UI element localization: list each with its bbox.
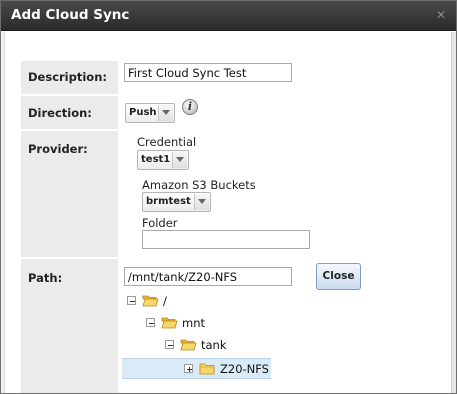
direction-label-cell: Direction:: [21, 96, 118, 129]
chevron-down-icon[interactable]: [158, 105, 173, 121]
collapse-icon[interactable]: [146, 318, 155, 327]
chevron-down-icon[interactable]: [194, 194, 209, 210]
dialog-left-edge: [1, 32, 5, 393]
tree-node-label: /: [163, 294, 167, 308]
tree-node-tank[interactable]: tank: [122, 336, 282, 354]
provider-label-cell: Provider:: [21, 131, 118, 257]
description-label-cell: Description:: [21, 61, 118, 94]
chevron-down-icon[interactable]: [172, 152, 187, 168]
add-cloud-sync-dialog: Add Cloud Sync ✕ Description: Direction:…: [0, 0, 457, 394]
folder-input[interactable]: [142, 230, 310, 249]
folder-label: Folder: [142, 216, 178, 230]
path-input[interactable]: [124, 267, 292, 286]
path-row: Path: Close /: [21, 259, 446, 393]
bucket-select[interactable]: brmtest: [142, 192, 211, 212]
folder-open-icon: [180, 339, 197, 351]
direction-value-cell: Push i: [122, 96, 446, 129]
collapse-icon[interactable]: [127, 296, 136, 305]
provider-label: Provider:: [28, 142, 88, 156]
direction-selected-value: Push: [129, 107, 157, 118]
collapse-icon[interactable]: [165, 340, 174, 349]
info-icon[interactable]: i: [182, 99, 198, 115]
credential-selected-value: test1: [141, 154, 171, 165]
path-label-cell: Path:: [21, 259, 118, 393]
expand-icon[interactable]: [184, 364, 193, 373]
tree-node-mnt[interactable]: mnt: [122, 314, 282, 332]
provider-row: Provider: Credential test1 Amazon S3 Buc…: [21, 131, 446, 257]
tree-node-label: mnt: [182, 316, 205, 330]
amazon-s3-buckets-label: Amazon S3 Buckets: [142, 178, 256, 192]
provider-value-cell: Credential test1 Amazon S3 Buckets brmte…: [122, 131, 446, 257]
credential-label: Credential: [137, 135, 197, 149]
direction-label: Direction:: [28, 106, 92, 120]
description-row: Description:: [21, 61, 446, 94]
path-label: Path:: [28, 271, 63, 285]
folder-open-icon: [142, 295, 159, 307]
dialog-titlebar[interactable]: Add Cloud Sync ✕: [1, 1, 456, 31]
close-icon[interactable]: ✕: [434, 8, 448, 22]
tree-node-root[interactable]: /: [122, 292, 282, 310]
description-input[interactable]: [124, 63, 292, 82]
path-value-cell: Close /: [122, 259, 446, 393]
credential-select[interactable]: test1: [137, 150, 189, 170]
bucket-selected-value: brmtest: [146, 196, 191, 207]
vertical-scrollbar[interactable]: [451, 32, 456, 393]
direction-select[interactable]: Push: [125, 103, 175, 123]
direction-row: Direction: Push i: [21, 96, 446, 129]
dialog-title: Add Cloud Sync: [11, 7, 130, 23]
tree-node-label: Z20-NFS: [220, 362, 269, 376]
folder-icon: [199, 363, 215, 375]
tree-node-label: tank: [201, 338, 227, 352]
description-value-cell: [122, 61, 446, 94]
close-button[interactable]: Close: [316, 263, 361, 290]
description-label: Description:: [28, 70, 107, 84]
tree-node-z20-nfs[interactable]: Z20-NFS: [122, 358, 271, 379]
folder-open-icon: [161, 317, 178, 329]
